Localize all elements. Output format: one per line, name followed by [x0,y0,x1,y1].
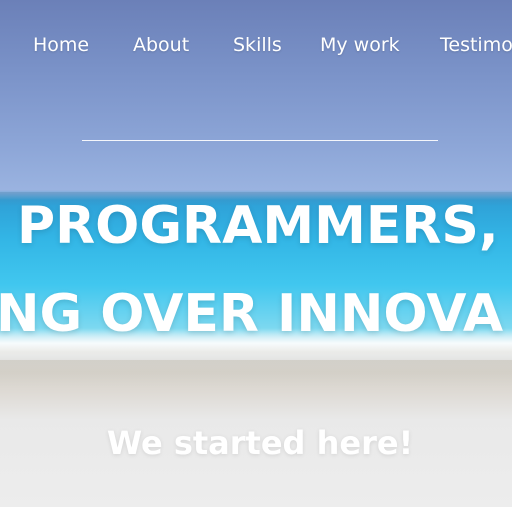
wet-sand [0,360,512,388]
header-divider [82,140,438,141]
nav-item-skills[interactable]: Skills [233,34,282,56]
nav-item-testimonials[interactable]: Testimo [440,34,512,56]
hero-headline-line-1: PROGRAMMERS, [17,196,499,256]
nav-item-my-work[interactable]: My work [320,34,400,56]
top-navigation: Home About Skills My work Testimo [0,34,512,64]
nav-item-home[interactable]: Home [33,34,89,56]
nav-item-about[interactable]: About [133,34,189,56]
hero-headline-line-2: NG OVER INNOVA [0,284,504,344]
hero-subtitle: We started here! [106,424,414,462]
